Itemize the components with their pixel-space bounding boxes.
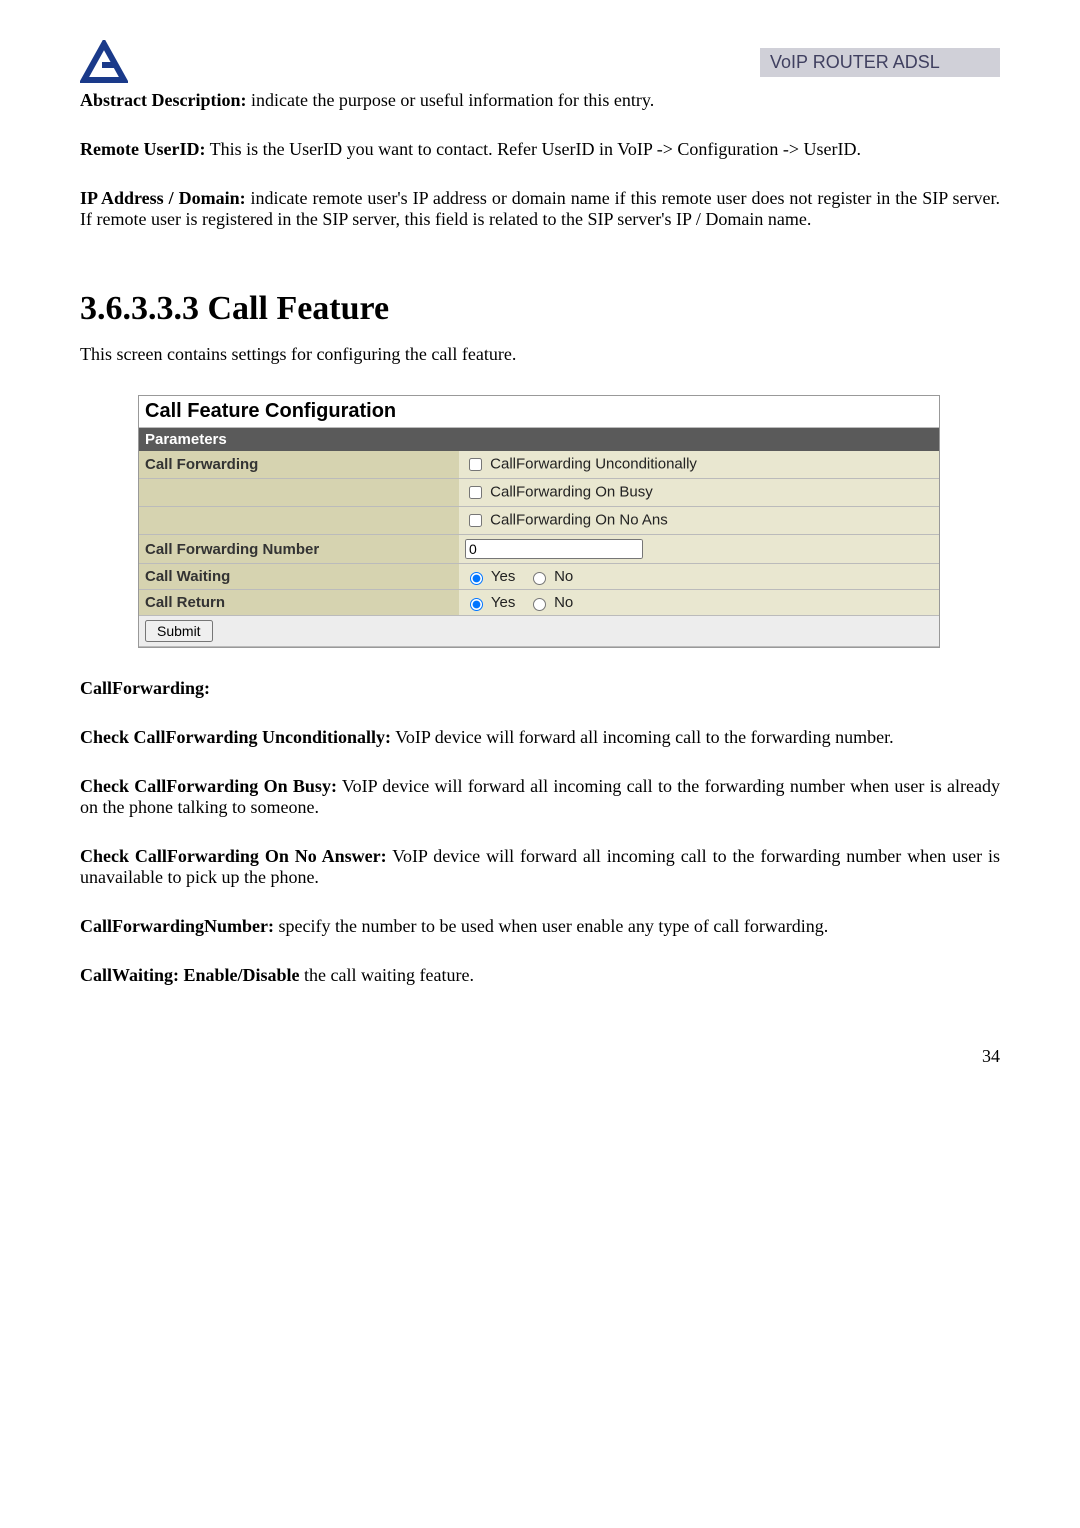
table-row: Call Waiting Yes No (139, 564, 939, 590)
cf-number-input[interactable] (465, 539, 643, 559)
cf-number-cell (459, 535, 939, 564)
table-row: CallForwarding On No Ans (139, 507, 939, 535)
cf-no-ans-checkbox[interactable] (469, 514, 482, 527)
cf-on-busy-paragraph: Check CallForwarding On Busy: VoIP devic… (80, 776, 1000, 818)
cf-number-paragraph: CallForwardingNumber: specify the number… (80, 916, 1000, 937)
cfn-text: specify the number to be used when user … (274, 916, 828, 936)
page-header: VoIP ROUTER ADSL (80, 40, 1000, 84)
cf-on-busy-cell: CallForwarding On Busy (459, 479, 939, 507)
table-row: Call Forwarding Number (139, 535, 939, 564)
cf-noans-label: Check CallForwarding On No Answer: (80, 846, 387, 866)
call-return-yes-radio[interactable] (470, 598, 483, 611)
no-label: No (554, 594, 573, 611)
call-waiting-paragraph: CallWaiting: Enable/Disable the call wai… (80, 965, 1000, 986)
table-row: CallForwarding On Busy (139, 479, 939, 507)
cf-no-answer-paragraph: Check CallForwarding On No Answer: VoIP … (80, 846, 1000, 888)
table-row: Call Forwarding CallForwarding Unconditi… (139, 451, 939, 479)
ip-domain-label: IP Address / Domain: (80, 188, 246, 208)
remote-userid-paragraph: Remote UserID: This is the UserID you wa… (80, 139, 1000, 160)
cfn-label: CallForwardingNumber: (80, 916, 274, 936)
cf-busy-label: Check CallForwarding On Busy: (80, 776, 337, 796)
page-number: 34 (80, 1046, 1000, 1067)
call-waiting-label: Call Waiting (139, 564, 459, 590)
logo-icon (80, 40, 128, 84)
cf-unconditional-checkbox[interactable] (469, 458, 482, 471)
cf-unconditional-cell: CallForwarding Unconditionally (459, 451, 939, 479)
brand-label: VoIP ROUTER ADSL (760, 48, 1000, 77)
call-feature-config-panel: Call Feature Configuration Parameters Ca… (138, 395, 940, 648)
abstract-label: Abstract Description: (80, 90, 246, 110)
cw-text: the call waiting feature. (300, 965, 474, 985)
remote-userid-label: Remote UserID: (80, 139, 205, 159)
call-forwarding-label: Call Forwarding (139, 451, 459, 479)
call-return-cell: Yes No (459, 590, 939, 616)
cf-heading-label: CallForwarding: (80, 678, 210, 698)
cf-number-label: Call Forwarding Number (139, 535, 459, 564)
table-row: Call Return Yes No (139, 590, 939, 616)
abstract-text: indicate the purpose or useful informati… (246, 90, 654, 110)
cf-uncond-text: VoIP device will forward all incoming ca… (391, 727, 894, 747)
config-table: Call Forwarding CallForwarding Unconditi… (139, 451, 939, 647)
empty-label (139, 507, 459, 535)
call-waiting-cell: Yes No (459, 564, 939, 590)
cf-uncond-label: Check CallForwarding Unconditionally: (80, 727, 391, 747)
cf-unconditional-paragraph: Check CallForwarding Unconditionally: Vo… (80, 727, 1000, 748)
callforwarding-heading: CallForwarding: (80, 678, 1000, 699)
cf-unconditional-label: CallForwarding Unconditionally (490, 455, 697, 472)
submit-row: Submit (139, 616, 939, 647)
cf-no-ans-cell: CallForwarding On No Ans (459, 507, 939, 535)
cf-on-busy-label: CallForwarding On Busy (490, 483, 653, 500)
abstract-paragraph: Abstract Description: indicate the purpo… (80, 90, 1000, 111)
call-waiting-yes-radio[interactable] (470, 572, 483, 585)
call-waiting-no-radio[interactable] (533, 572, 546, 585)
cf-on-busy-checkbox[interactable] (469, 486, 482, 499)
config-title: Call Feature Configuration (139, 396, 939, 428)
call-return-label: Call Return (139, 590, 459, 616)
section-title: 3.6.3.3.3 Call Feature (80, 290, 1000, 328)
cw-label: CallWaiting: Enable/Disable (80, 965, 300, 985)
empty-label (139, 479, 459, 507)
submit-button[interactable]: Submit (145, 620, 213, 642)
yes-label: Yes (491, 594, 515, 611)
call-return-no-radio[interactable] (533, 598, 546, 611)
ip-domain-paragraph: IP Address / Domain: indicate remote use… (80, 188, 1000, 230)
no-label: No (554, 568, 573, 585)
parameters-header: Parameters (139, 428, 939, 451)
remote-userid-text: This is the UserID you want to contact. … (205, 139, 861, 159)
section-subtitle: This screen contains settings for config… (80, 344, 1000, 365)
cf-no-ans-label: CallForwarding On No Ans (490, 511, 668, 528)
yes-label: Yes (491, 568, 515, 585)
